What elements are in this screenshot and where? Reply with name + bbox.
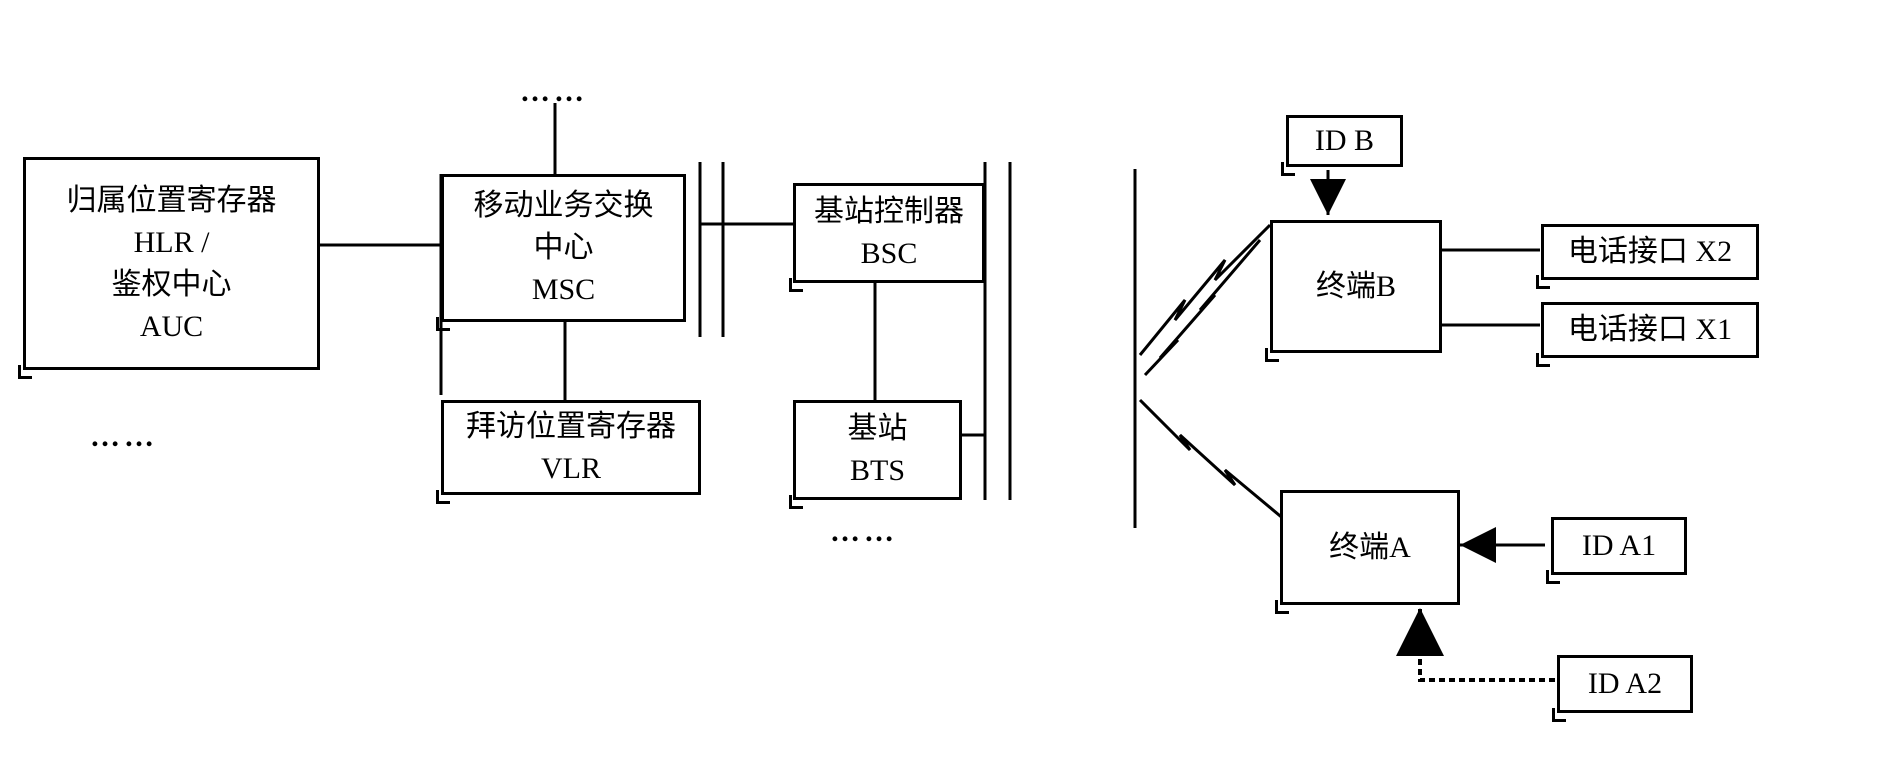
- id-b-label: ID B: [1315, 120, 1374, 162]
- ellipsis-top: ……: [520, 75, 588, 109]
- phone-x2-label: 电话接口 X2: [1568, 231, 1732, 273]
- hlr-line2: HLR /: [134, 222, 210, 264]
- msc-line3: MSC: [532, 269, 595, 311]
- vlr-line1: 拜访位置寄存器: [466, 406, 676, 448]
- id-b-box: ID B: [1286, 115, 1403, 167]
- terminal-a-label: 终端A: [1329, 527, 1411, 569]
- bts-box: 基站 BTS: [793, 400, 962, 500]
- bts-line1: 基站: [848, 408, 908, 450]
- terminal-a-box: 终端A: [1280, 490, 1460, 605]
- id-a1-box: ID A1: [1551, 517, 1687, 575]
- msc-box: 移动业务交换 中心 MSC: [441, 174, 686, 322]
- hlr-auc-box: 归属位置寄存器 HLR / 鉴权中心 AUC: [23, 157, 320, 370]
- ellipsis-bottom: ……: [830, 515, 898, 549]
- terminal-b-label: 终端B: [1316, 266, 1396, 308]
- hlr-line4: AUC: [140, 306, 203, 348]
- bsc-line2: BSC: [861, 233, 918, 275]
- bsc-box: 基站控制器 BSC: [793, 183, 985, 283]
- id-a2-box: ID A2: [1557, 655, 1693, 713]
- id-a2-label: ID A2: [1588, 663, 1662, 705]
- ellipsis-left: ……: [90, 420, 158, 454]
- terminal-b-box: 终端B: [1270, 220, 1442, 353]
- diagram-connectors: [0, 0, 1891, 765]
- msc-line1: 移动业务交换: [474, 185, 654, 227]
- bsc-line1: 基站控制器: [814, 191, 964, 233]
- vlr-line2: VLR: [541, 448, 601, 490]
- hlr-line3: 鉴权中心: [112, 264, 232, 306]
- id-a1-label: ID A1: [1582, 525, 1656, 567]
- vlr-box: 拜访位置寄存器 VLR: [441, 400, 701, 495]
- phone-x1-box: 电话接口 X1: [1541, 302, 1759, 358]
- msc-line2: 中心: [534, 227, 594, 269]
- bts-line2: BTS: [850, 450, 905, 492]
- phone-x1-label: 电话接口 X1: [1568, 309, 1732, 351]
- hlr-line1: 归属位置寄存器: [67, 180, 277, 222]
- phone-x2-box: 电话接口 X2: [1541, 224, 1759, 280]
